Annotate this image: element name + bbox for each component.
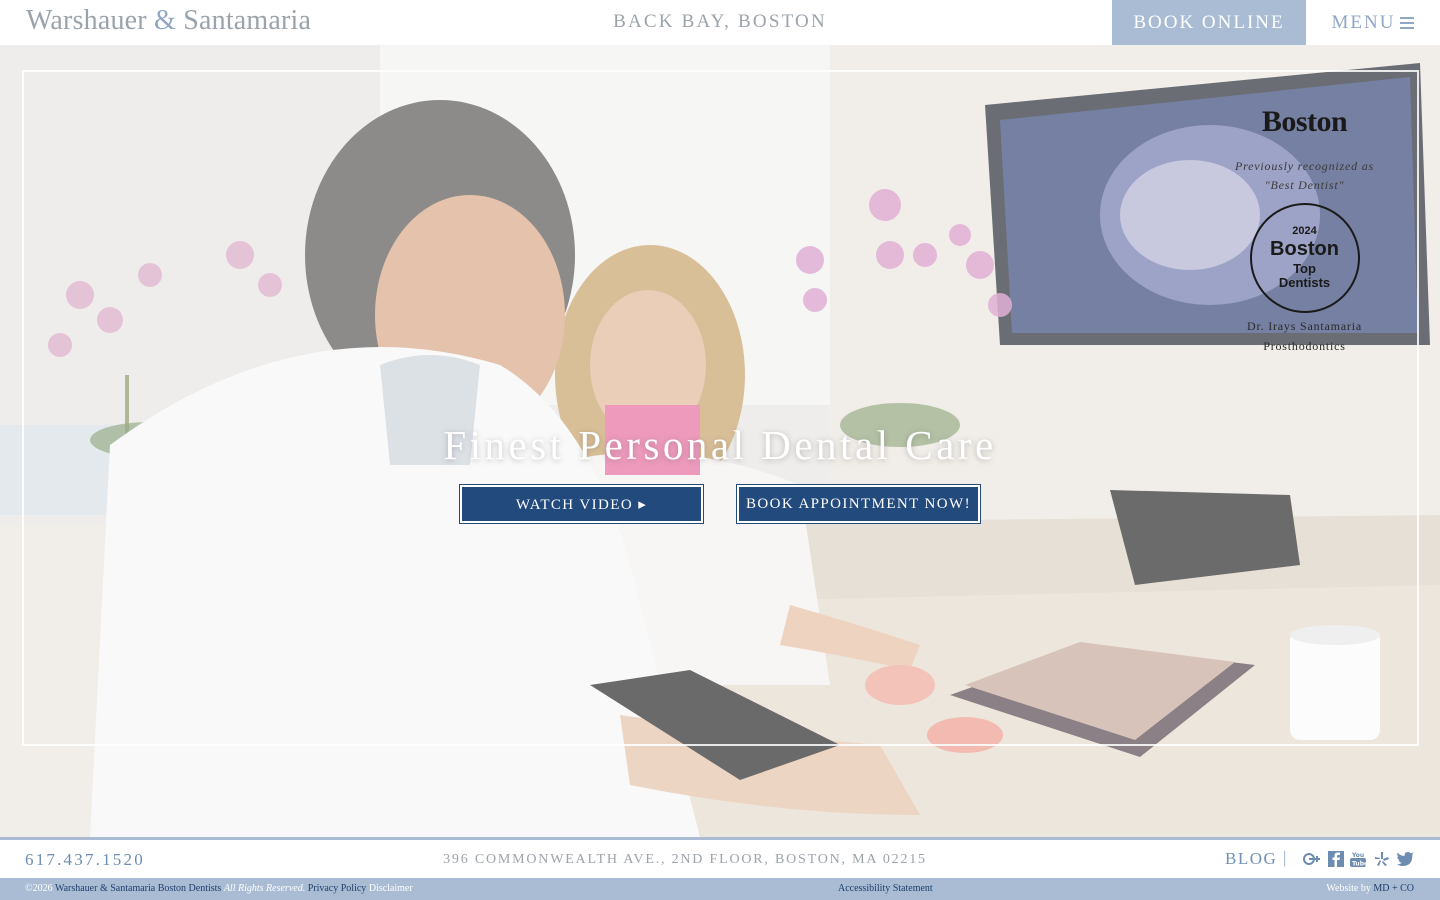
doctor-credit: Dr. Irays Santamaria Prosthodontics bbox=[1222, 316, 1387, 356]
menu-label: MENU bbox=[1331, 11, 1396, 33]
logo-text-santamaria: Santamaria bbox=[183, 5, 312, 36]
previously-recognized-text: Previously recognized as "Best Dentist" bbox=[1222, 157, 1387, 195]
svg-text:You: You bbox=[1351, 852, 1364, 859]
watch-video-button[interactable]: WATCH VIDEO ▸ bbox=[460, 485, 703, 523]
divider: | bbox=[1283, 848, 1287, 867]
disclaimer-link[interactable]: Disclaimer bbox=[369, 883, 413, 894]
svg-text:Tube: Tube bbox=[1352, 860, 1366, 867]
badge-dentists: Dentists bbox=[1278, 275, 1331, 290]
menu-button[interactable]: MENU bbox=[1306, 0, 1440, 45]
address-text: 396 COMMONWEALTH AVE., 2ND FLOOR, BOSTON… bbox=[443, 852, 927, 867]
badge-year: 2024 bbox=[1292, 225, 1317, 237]
site-header: Warshauer & Santamaria BACK BAY, BOSTON … bbox=[0, 0, 1440, 45]
badge-top: Top bbox=[1293, 261, 1316, 276]
hero-title: Finest Personal Dental Care bbox=[443, 422, 997, 468]
site-logo[interactable]: Warshauer & Santamaria bbox=[26, 5, 311, 37]
phone-number-link[interactable]: 617.437.1520 bbox=[25, 850, 145, 870]
privacy-policy-link[interactable]: Privacy Policy bbox=[308, 883, 367, 894]
google-plus-icon[interactable] bbox=[1303, 851, 1321, 867]
doctor-name: Dr. Irays Santamaria bbox=[1247, 319, 1362, 333]
facebook-icon[interactable] bbox=[1327, 851, 1345, 867]
youtube-icon[interactable]: YouTube bbox=[1349, 851, 1367, 867]
badge-magazine: Boston bbox=[1270, 238, 1339, 260]
previously-line-1: Previously recognized as bbox=[1235, 159, 1374, 173]
top-dentists-badge[interactable]: 2024 Boston Top Dentists bbox=[1249, 203, 1360, 313]
boston-magazine-logo: Boston bbox=[1261, 105, 1348, 138]
practice-link[interactable]: Warshauer & Santamaria Boston Dentists bbox=[55, 883, 221, 894]
hero-section: Boston Previously recognized as "Best De… bbox=[0, 45, 1440, 837]
logo-ampersand: & bbox=[154, 5, 177, 36]
contact-bar: 617.437.1520 396 COMMONWEALTH AVE., 2ND … bbox=[0, 837, 1440, 878]
yelp-icon[interactable] bbox=[1373, 851, 1391, 867]
site-footer: ©2026 Warshauer & Santamaria Boston Dent… bbox=[0, 878, 1440, 900]
footer-accessibility: Accessibility Statement bbox=[838, 883, 933, 894]
footer-legal: ©2026 Warshauer & Santamaria Boston Dent… bbox=[25, 883, 413, 894]
footer-credit: Website by MD + CO bbox=[1326, 883, 1414, 894]
website-by-text: Website by bbox=[1326, 883, 1371, 894]
agency-link[interactable]: MD + CO bbox=[1373, 883, 1414, 894]
previously-line-2: "Best Dentist" bbox=[1264, 178, 1345, 192]
book-appointment-button[interactable]: BOOK APPOINTMENT NOW! bbox=[737, 485, 980, 523]
hamburger-icon bbox=[1400, 16, 1415, 29]
accessibility-statement-link[interactable]: Accessibility Statement bbox=[838, 883, 933, 894]
logo-text-warshauer: Warshauer bbox=[26, 5, 147, 36]
book-online-button[interactable]: BOOK ONLINE bbox=[1112, 0, 1306, 45]
recognition-panel: Boston Previously recognized as "Best De… bbox=[1222, 65, 1387, 356]
doctor-specialty: Prosthodontics bbox=[1263, 339, 1346, 353]
blog-link[interactable]: BLOG bbox=[1225, 849, 1277, 869]
rights-text: All Rights Reserved. bbox=[223, 883, 306, 894]
twitter-icon[interactable] bbox=[1396, 851, 1414, 867]
copyright-text: ©2026 bbox=[25, 883, 53, 894]
